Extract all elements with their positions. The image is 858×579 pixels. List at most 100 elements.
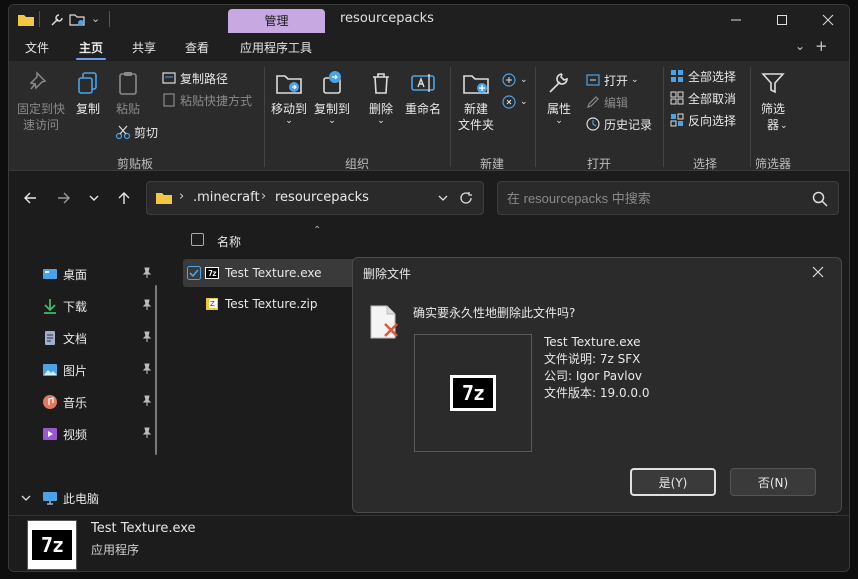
menu-app-tools[interactable]: 应用程序工具 — [240, 39, 312, 56]
clipboard-small-buttons: 复制路径 粘贴快捷方式 — [161, 67, 252, 111]
dropdown-chevron-icon: ⌄ — [520, 75, 528, 85]
paste-shortcut-label: 粘贴快捷方式 — [180, 93, 253, 108]
delete-button[interactable]: 删除 ⌄ — [365, 69, 397, 126]
chevron-down-icon[interactable] — [437, 192, 449, 204]
rename-button[interactable]: 重命名 — [403, 69, 443, 117]
desktop-icon — [43, 269, 57, 279]
pin-icon[interactable] — [141, 363, 153, 375]
minimize-button[interactable] — [713, 5, 759, 35]
file-name: Test Texture.exe — [225, 266, 322, 280]
navigation-pane: 桌面 下载 文档 图片 音乐 视频 此电脑 — [9, 227, 165, 515]
file-row[interactable]: Z Test Texture.zip — [183, 290, 363, 318]
folder-icon[interactable] — [17, 13, 35, 27]
open-button[interactable]: 打开 ⌄ — [585, 69, 652, 91]
cut-button[interactable]: 剪切 — [115, 121, 158, 143]
pin-quick-access-button[interactable]: 固定到快 速访问 — [13, 69, 69, 133]
pin-icon[interactable] — [141, 267, 153, 279]
copy-to-button[interactable]: 复制到 ⌄ — [312, 69, 352, 126]
breadcrumb-resourcepacks[interactable]: resourcepacks — [275, 190, 369, 205]
edit-button[interactable]: 编辑 — [585, 91, 652, 113]
select-none-label: 全部取消 — [688, 91, 737, 106]
back-button[interactable] — [19, 187, 41, 209]
search-input[interactable] — [507, 189, 797, 207]
up-button[interactable] — [113, 187, 135, 209]
sidebar-item-pictures[interactable]: 图片 — [9, 355, 159, 385]
column-header-name[interactable]: 名称 — [217, 233, 241, 250]
history-button[interactable]: 历史记录 — [585, 113, 652, 135]
music-icon — [43, 395, 57, 409]
sidebar-item-label: 文档 — [63, 331, 88, 346]
new-folder-icon[interactable] — [69, 12, 85, 28]
close-icon[interactable] — [812, 266, 824, 278]
address-bar[interactable]: › .minecraft › resourcepacks — [146, 181, 484, 215]
properties-button[interactable]: 属性 ⌄ — [541, 69, 577, 126]
pin-icon[interactable] — [141, 427, 153, 439]
dialog-title: 删除文件 — [363, 267, 412, 281]
pin-label: 固定到快 速访问 — [16, 102, 65, 132]
no-button[interactable]: 否(N) — [730, 468, 816, 496]
sidebar-item-this-pc[interactable]: 此电脑 — [9, 483, 159, 513]
sidebar-item-music[interactable]: 音乐 — [9, 387, 159, 417]
divider — [264, 67, 265, 167]
checkbox-checked-icon[interactable] — [187, 266, 201, 280]
new-item-button[interactable]: ⌄ — [501, 69, 528, 91]
breadcrumb-minecraft[interactable]: .minecraft — [193, 190, 260, 205]
info-description: 文件说明: 7z SFX — [544, 352, 641, 366]
dropdown-chevron-icon: ⌄ — [328, 116, 336, 126]
divider — [109, 11, 110, 27]
paste-button[interactable]: 粘贴 — [111, 69, 145, 117]
clipboard-group-label: 剪贴板 — [117, 157, 154, 171]
search-icon[interactable] — [812, 191, 828, 207]
menu-home[interactable]: 主页 — [79, 39, 103, 56]
7z-icon: 7z — [32, 530, 72, 560]
menu-file[interactable]: 文件 — [25, 39, 49, 56]
qat-chevron-icon[interactable]: ⌄ — [91, 12, 100, 25]
dropdown-chevron-icon: ⌄ — [780, 121, 788, 131]
collapse-ribbon-icon[interactable]: ⌄ — [795, 39, 805, 53]
easy-access-button[interactable]: ⌄ — [501, 91, 528, 113]
arrow-up-icon — [118, 192, 130, 204]
refresh-icon[interactable] — [459, 191, 473, 205]
pin-icon[interactable] — [141, 395, 153, 407]
svg-text:Z: Z — [210, 300, 215, 308]
properties-icon[interactable] — [49, 12, 65, 28]
menu-view[interactable]: 查看 — [185, 39, 209, 56]
edit-label: 编辑 — [604, 95, 629, 110]
file-row[interactable]: 7z Test Texture.exe — [183, 259, 363, 287]
info-file-name: Test Texture.exe — [544, 335, 641, 349]
sidebar-item-desktop[interactable]: 桌面 — [9, 259, 159, 289]
select-none-button[interactable]: 全部取消 — [669, 87, 736, 109]
recent-locations-button[interactable] — [83, 187, 105, 209]
menu-share[interactable]: 共享 — [132, 39, 156, 56]
paste-shortcut-button[interactable]: 粘贴快捷方式 — [161, 89, 252, 111]
easy-access-icon — [502, 95, 516, 109]
yes-button[interactable]: 是(Y) — [630, 468, 716, 496]
forward-button[interactable] — [53, 187, 75, 209]
move-to-button[interactable]: 移动到 ⌄ — [269, 69, 309, 126]
invert-selection-button[interactable]: 反向选择 — [669, 109, 736, 131]
copy-button[interactable]: 复制 — [71, 69, 105, 117]
info-company: 公司: Igor Pavlov — [544, 369, 643, 383]
maximize-button[interactable] — [759, 5, 805, 35]
select-all-checkbox[interactable] — [191, 233, 204, 246]
explorer-window: ⌄ 管理 resourcepacks 文件 主页 共享 查看 应用程序工具 ⌄ … — [8, 4, 850, 572]
chevron-down-icon[interactable] — [21, 493, 31, 503]
chevron-down-icon — [89, 195, 99, 201]
sidebar-item-downloads[interactable]: 下载 — [9, 291, 159, 321]
copy-label: 复制 — [75, 102, 100, 116]
pin-icon[interactable] — [141, 331, 153, 343]
sort-ascending-icon: ⌃ — [313, 225, 322, 236]
sidebar-scrollbar[interactable] — [155, 285, 157, 455]
tab-manage[interactable]: 管理 — [228, 9, 325, 33]
sidebar-item-label: 视频 — [63, 427, 88, 442]
sidebar-item-documents[interactable]: 文档 — [9, 323, 159, 353]
close-window-button[interactable] — [805, 5, 849, 35]
new-folder-button[interactable]: 新建 文件夹 — [455, 69, 497, 133]
sidebar-item-videos[interactable]: 视频 — [9, 419, 159, 449]
select-all-button[interactable]: 全部选择 — [669, 65, 736, 87]
7z-exe-icon: 7z — [205, 267, 219, 279]
copy-path-button[interactable]: 复制路径 — [161, 67, 252, 89]
pin-icon[interactable] — [141, 299, 153, 311]
select-none-icon — [670, 91, 684, 105]
help-plus-icon[interactable]: + — [815, 37, 828, 55]
